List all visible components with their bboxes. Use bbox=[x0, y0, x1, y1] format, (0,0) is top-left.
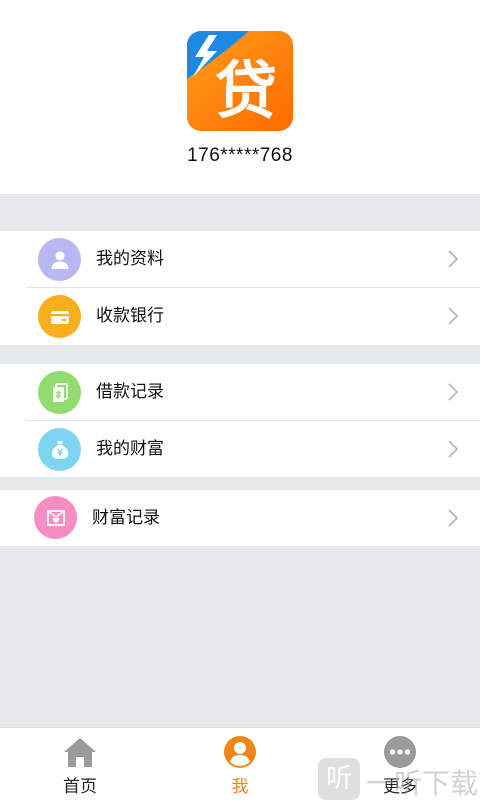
menu-item-loan-records[interactable]: 借款记录 bbox=[0, 364, 480, 421]
tab-home[interactable]: 首页 bbox=[20, 728, 140, 800]
menu-group-account: 我的资料 收款银行 bbox=[0, 231, 480, 345]
menu-item-label: 财富记录 bbox=[92, 508, 160, 528]
app-logo: 贷 bbox=[187, 31, 293, 131]
user-avatar-icon bbox=[224, 736, 256, 768]
wallet-heart-icon bbox=[34, 496, 77, 539]
card-icon bbox=[38, 295, 81, 338]
watermark-text: 一听下载 bbox=[366, 767, 479, 800]
menu-group-wealth: 财富记录 bbox=[0, 490, 480, 546]
menu-item-label: 我的财富 bbox=[96, 439, 164, 459]
menu-group-records: 借款记录 我的财富 bbox=[0, 364, 480, 477]
watermark: 听 一听下载 bbox=[318, 754, 480, 800]
user-phone: 176*****768 bbox=[187, 145, 293, 166]
menu-item-bank[interactable]: 收款银行 bbox=[0, 288, 480, 345]
menu-item-label: 借款记录 bbox=[96, 382, 164, 402]
menu-item-label: 我的资料 bbox=[96, 249, 164, 269]
tab-label: 我 bbox=[231, 777, 249, 797]
user-icon bbox=[38, 238, 81, 281]
chevron-right-icon bbox=[448, 250, 459, 268]
document-icon bbox=[38, 371, 81, 414]
chevron-right-icon bbox=[448, 440, 459, 458]
menu-item-label: 收款银行 bbox=[96, 306, 164, 326]
tab-me[interactable]: 我 bbox=[180, 728, 300, 800]
watermark-logo: 听 bbox=[318, 758, 360, 800]
profile-header: 贷 176*****768 bbox=[0, 0, 480, 194]
menu-item-my-profile[interactable]: 我的资料 bbox=[0, 231, 480, 288]
tab-label: 首页 bbox=[63, 777, 97, 797]
app-root: 贷 176*****768 我的资料 收款银行 借款记录 我的财富 财富记录 首… bbox=[0, 0, 480, 800]
menu-item-my-wealth[interactable]: 我的财富 bbox=[0, 421, 480, 478]
chevron-right-icon bbox=[448, 383, 459, 401]
chevron-right-icon bbox=[448, 307, 459, 325]
logo-character: 贷 bbox=[214, 54, 277, 127]
menu-item-wealth-records[interactable]: 财富记录 bbox=[0, 490, 480, 547]
chevron-right-icon bbox=[448, 509, 459, 527]
money-bag-icon bbox=[38, 428, 81, 471]
home-icon bbox=[64, 738, 96, 767]
